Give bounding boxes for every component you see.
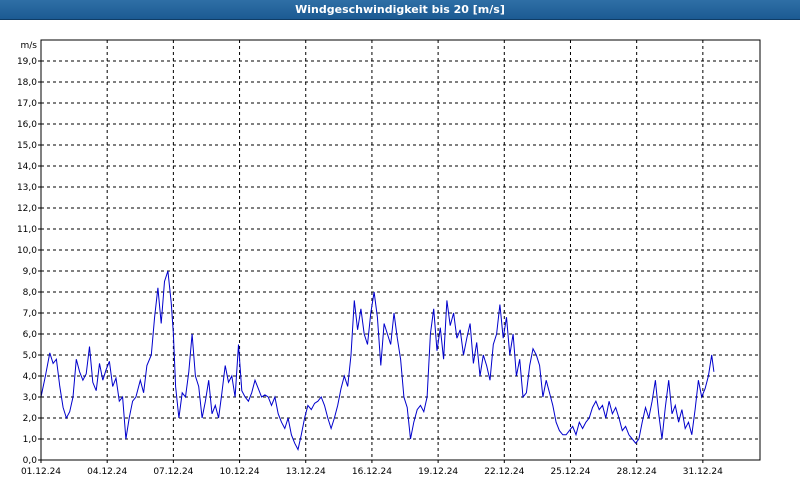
y-tick-label: 5,0	[23, 351, 38, 361]
x-tick-label: 22.12.24	[484, 467, 524, 477]
y-axis: 0,0 1,0 2,0 3,0 4,0 5,0 6,0 7,0 8,0 9,0 10,0 11,0 12…	[17, 57, 41, 466]
y-tick-label: 13,0	[17, 183, 37, 193]
y-tick-label: 2,0	[23, 414, 38, 424]
plot-border	[40, 39, 761, 461]
x-tick-label: 13.12.24	[286, 467, 326, 477]
y-tick-label: 16,0	[17, 120, 37, 130]
x-tick-label: 25.12.24	[550, 467, 590, 477]
y-axis-unit-label: m/s	[21, 41, 38, 51]
x-tick-label: 07.12.24	[153, 467, 193, 477]
x-axis: 01.12.24 04.12.24 07.12.24 10.12.24 13.12.24…	[21, 460, 723, 477]
x-tick-label: 16.12.24	[352, 467, 392, 477]
y-tick-label: 14,0	[17, 162, 37, 172]
x-tick-label: 10.12.24	[220, 467, 260, 477]
y-tick-label: 19,0	[17, 57, 37, 67]
y-tick-label: 10,0	[17, 246, 37, 256]
x-tick-label: 01.12.24	[21, 467, 61, 477]
y-tick-label: 1,0	[23, 435, 38, 445]
y-tick-label: 12,0	[17, 204, 37, 214]
y-tick-label: 3,0	[23, 393, 38, 403]
chart-window: Windgeschwindigkeit bis 20 [m/s] 0,0 1,0 2…	[0, 0, 800, 500]
wind-speed-chart: 0,0 1,0 2,0 3,0 4,0 5,0 6,0 7,0 8,0 9,0 10,0 11,0 12…	[17, 39, 761, 477]
y-tick-label: 9,0	[23, 267, 38, 277]
grid-lines	[41, 40, 760, 460]
x-tick-label: 19.12.24	[418, 467, 458, 477]
y-tick-label: 11,0	[17, 225, 37, 235]
x-tick-label: 04.12.24	[87, 467, 127, 477]
y-tick-label: 6,0	[23, 330, 38, 340]
wind-speed-line	[40, 270, 715, 451]
y-tick-label: 4,0	[23, 372, 38, 382]
y-tick-label: 18,0	[17, 78, 37, 88]
x-tick-label: 28.12.24	[617, 467, 657, 477]
x-tick-label: 31.12.24	[683, 467, 723, 477]
y-tick-label: 0,0	[23, 456, 38, 466]
y-tick-label: 8,0	[23, 288, 38, 298]
y-tick-label: 7,0	[23, 309, 38, 319]
y-tick-label: 15,0	[17, 141, 37, 151]
y-tick-label: 17,0	[17, 99, 37, 109]
